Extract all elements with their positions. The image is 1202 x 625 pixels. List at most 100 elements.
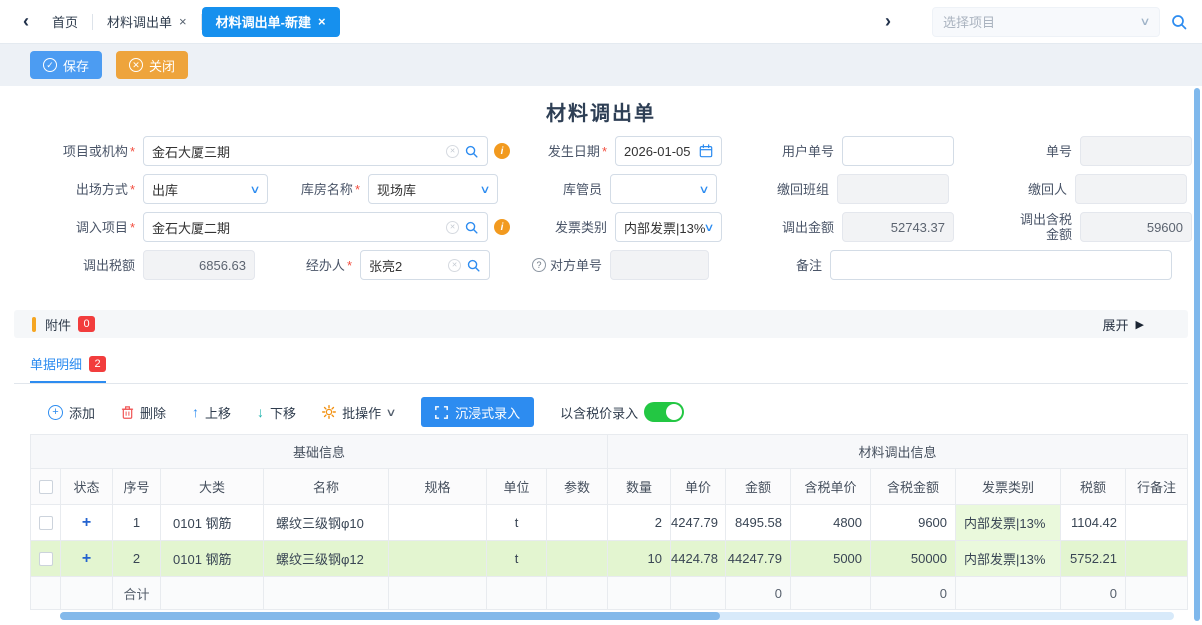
user-no-input[interactable] bbox=[842, 136, 954, 166]
attachment-bar[interactable]: 附件 0 展开 ▶ bbox=[14, 310, 1188, 338]
doc-no-input bbox=[1080, 136, 1192, 166]
tab-material-out-list[interactable]: 材料调出单 × bbox=[93, 7, 201, 37]
expand-button[interactable]: 展开 ▶ bbox=[1103, 315, 1144, 334]
col-header: 状态 bbox=[61, 469, 113, 505]
col-header: 行备注 bbox=[1126, 469, 1188, 505]
tab-label: 首页 bbox=[52, 12, 78, 31]
calendar-icon[interactable] bbox=[699, 144, 713, 158]
cell-qty: 2 bbox=[608, 505, 671, 541]
cell-price: 4247.79 bbox=[671, 505, 726, 541]
gear-icon bbox=[322, 405, 336, 419]
tab-detail[interactable]: 单据明细 2 bbox=[30, 354, 106, 383]
cell-row-remark bbox=[1126, 505, 1188, 541]
search-icon[interactable] bbox=[464, 144, 479, 159]
detail-tab-label: 单据明细 bbox=[30, 354, 82, 373]
chevron-down-icon: ∨ bbox=[703, 221, 714, 234]
save-button-label: 保存 bbox=[63, 56, 89, 75]
col-header: 大类 bbox=[161, 469, 264, 505]
horizontal-scrollbar-thumb[interactable] bbox=[60, 612, 720, 620]
search-icon[interactable] bbox=[464, 220, 479, 235]
clear-icon[interactable]: ✕ bbox=[448, 259, 461, 272]
horizontal-scrollbar[interactable] bbox=[60, 612, 1174, 620]
in-project-input[interactable]: 金石大厦二期 ✕ bbox=[143, 212, 488, 242]
detail-count-badge: 2 bbox=[89, 356, 106, 372]
info-icon[interactable]: i bbox=[494, 143, 510, 159]
project-select[interactable]: 选择项目 ∨ bbox=[932, 7, 1160, 37]
cell-amount-tax: 9600 bbox=[871, 505, 956, 541]
total-amount-tax: 0 bbox=[871, 577, 956, 610]
add-row-button[interactable]: + 添加 bbox=[48, 403, 95, 422]
batch-ops-button[interactable]: 批操作 ∨ bbox=[322, 403, 395, 422]
tab-home[interactable]: 首页 bbox=[38, 7, 92, 37]
exit-mode-select[interactable]: 出库 ∨ bbox=[143, 174, 268, 204]
select-all-checkbox[interactable] bbox=[39, 480, 53, 494]
close-button[interactable]: ✕ 关闭 bbox=[116, 51, 188, 79]
cell-amount: 44247.79 bbox=[726, 541, 791, 577]
total-row: 合计 0 0 0 bbox=[31, 577, 1188, 610]
table-row-selected: + 2 0101 钢筋 螺纹三级钢φ12 t 10 4424.78 44247.… bbox=[31, 541, 1188, 577]
group-header-material-out: 材料调出信息 bbox=[608, 435, 1188, 469]
clear-icon[interactable]: ✕ bbox=[446, 221, 459, 234]
save-button[interactable]: ✓ 保存 bbox=[30, 51, 102, 79]
clear-icon[interactable]: ✕ bbox=[446, 145, 459, 158]
remark-label: 备注 bbox=[752, 258, 822, 273]
close-icon[interactable]: × bbox=[318, 14, 326, 29]
occur-date-input[interactable]: 2026-01-05 bbox=[615, 136, 722, 166]
out-amount-label: 调出金额 bbox=[754, 220, 834, 235]
cell-qty: 10 bbox=[608, 541, 671, 577]
move-up-button[interactable]: ↑ 上移 bbox=[192, 403, 231, 422]
invoice-type-select[interactable]: 内部发票|13% ∨ bbox=[615, 212, 722, 242]
search-icon[interactable] bbox=[466, 258, 481, 273]
grid-toolbar: + 添加 删除 ↑ 上移 ↓ 下移 bbox=[48, 396, 1202, 428]
search-icon[interactable] bbox=[1170, 13, 1188, 31]
detail-grid: 基础信息 材料调出信息 状态 序号 大类 名称 规格 单位 参数 数量 单价 金… bbox=[30, 434, 1188, 620]
exit-mode-label: 出场方式* bbox=[30, 182, 135, 197]
col-header: 含税金额 bbox=[871, 469, 956, 505]
cell-name: 螺纹三级钢φ10 bbox=[264, 505, 389, 541]
tabs-back-icon[interactable]: ‹ bbox=[14, 11, 38, 32]
row-add-icon[interactable]: + bbox=[82, 550, 91, 567]
return-team-input bbox=[837, 174, 949, 204]
form-row-2: 出场方式* 出库 ∨ 库房名称* 现场库 ∨ 库管员 ∨ 缴回班组 bbox=[30, 174, 1202, 204]
cell-category: 0101 钢筋 bbox=[161, 505, 264, 541]
cell-invoice: 内部发票|13% bbox=[956, 505, 1061, 541]
row-checkbox[interactable] bbox=[39, 516, 53, 530]
immersive-entry-button[interactable]: 沉浸式录入 bbox=[421, 397, 534, 427]
out-amount-field: 52743.37 bbox=[842, 212, 954, 242]
agent-input[interactable]: 张亮2 ✕ bbox=[360, 250, 490, 280]
cell-category: 0101 钢筋 bbox=[161, 541, 264, 577]
tabs-forward-icon[interactable]: › bbox=[876, 11, 900, 32]
tax-entry-toggle[interactable] bbox=[644, 402, 684, 422]
warehouse-select[interactable]: 现场库 ∨ bbox=[368, 174, 498, 204]
keeper-select[interactable]: ∨ bbox=[610, 174, 717, 204]
page-title: 材料调出单 bbox=[0, 86, 1202, 136]
project-org-label: 项目或机构* bbox=[30, 144, 135, 159]
cell-amount-tax: 50000 bbox=[871, 541, 956, 577]
app-window: ‹ 首页 材料调出单 × 材料调出单-新建 × › 选择项目 ∨ ✓ 保存 bbox=[0, 0, 1202, 625]
out-tax-field: 6856.63 bbox=[143, 250, 255, 280]
col-header: 发票类别 bbox=[956, 469, 1061, 505]
chevron-down-icon: ∨ bbox=[249, 183, 260, 196]
project-org-input[interactable]: 金石大厦三期 ✕ bbox=[143, 136, 488, 166]
move-down-button[interactable]: ↓ 下移 bbox=[257, 403, 296, 422]
row-add-icon[interactable]: + bbox=[82, 514, 91, 531]
cell-param bbox=[547, 541, 608, 577]
agent-label: 经办人* bbox=[255, 258, 352, 273]
close-icon[interactable]: × bbox=[179, 14, 187, 29]
cell-invoice: 内部发票|13% bbox=[956, 541, 1061, 577]
delete-row-button[interactable]: 删除 bbox=[121, 403, 166, 422]
cell-tax: 5752.21 bbox=[1061, 541, 1126, 577]
remark-input[interactable] bbox=[830, 250, 1172, 280]
info-icon[interactable]: i bbox=[494, 219, 510, 235]
arrow-up-icon: ↑ bbox=[192, 404, 199, 420]
row-checkbox[interactable] bbox=[39, 552, 53, 566]
attachment-count-badge: 0 bbox=[78, 316, 95, 332]
fullscreen-icon bbox=[435, 406, 448, 419]
cell-price: 4424.78 bbox=[671, 541, 726, 577]
vertical-scrollbar[interactable] bbox=[1194, 88, 1200, 621]
counter-no-field bbox=[610, 250, 709, 280]
attachment-marker-icon bbox=[32, 317, 36, 332]
form-row-3: 调入项目* 金石大厦二期 ✕ i 发票类别 内部发票|13% ∨ 调出金额 bbox=[30, 212, 1202, 242]
tab-label: 材料调出单 bbox=[107, 12, 172, 31]
tab-material-out-new[interactable]: 材料调出单-新建 × bbox=[202, 7, 340, 37]
